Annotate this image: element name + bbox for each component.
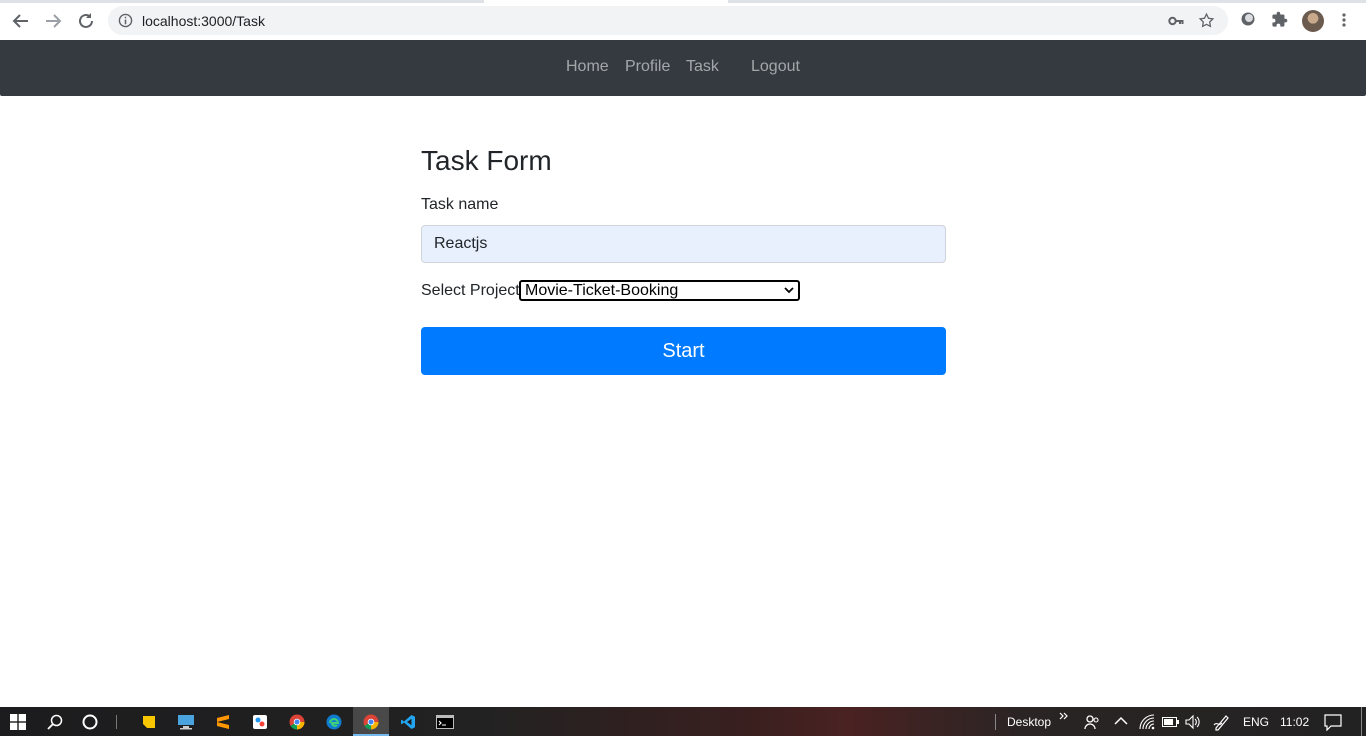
windows-taskbar: Desktop ENG 11:02 [0, 707, 1366, 736]
info-icon[interactable] [118, 13, 133, 28]
taskbar-divider [995, 714, 996, 730]
taskbar-divider [116, 715, 117, 729]
input-language[interactable]: ENG [1243, 715, 1269, 729]
sticky-notes-icon [143, 715, 155, 728]
start-menu-button[interactable] [0, 707, 36, 736]
wifi-icon[interactable] [1139, 714, 1155, 730]
taskbar-search-button[interactable] [38, 707, 72, 736]
start-button[interactable]: Start [421, 327, 946, 375]
clock-time[interactable]: 11:02 [1280, 715, 1309, 729]
taskbar-chrome[interactable] [279, 707, 315, 736]
arrow-left-icon [12, 14, 28, 28]
extension-circle-icon[interactable] [1240, 11, 1256, 27]
nav-link-home[interactable]: Home [566, 58, 609, 76]
taskbar-remote-desktop[interactable] [168, 707, 204, 736]
taskbar-paint[interactable] [242, 707, 278, 736]
task-name-input[interactable] [421, 225, 946, 263]
double-chevron-right-icon[interactable] [1059, 712, 1068, 721]
key-icon[interactable] [1168, 13, 1184, 29]
extensions-puzzle-icon[interactable] [1271, 11, 1288, 28]
browser-toolbar: localhost:3000/Task [0, 0, 1366, 40]
taskbar-command-prompt[interactable] [427, 707, 463, 736]
chevron-down-icon [784, 287, 794, 294]
edge-icon [326, 714, 342, 729]
url-text[interactable]: localhost:3000/Task [142, 13, 265, 29]
taskbar-edge[interactable] [316, 707, 352, 736]
search-icon [47, 714, 63, 730]
taskbar-vscode[interactable] [390, 707, 426, 736]
nav-link-profile[interactable]: Profile [625, 58, 670, 76]
more-menu-icon[interactable] [1336, 12, 1352, 28]
bookmark-star-icon[interactable] [1198, 12, 1215, 29]
address-bar[interactable]: localhost:3000/Task [108, 6, 1228, 35]
cortana-circle-icon [82, 714, 98, 729]
profile-avatar[interactable] [1302, 10, 1324, 32]
windows-logo-icon [10, 713, 26, 730]
nav-link-task[interactable]: Task [686, 58, 719, 76]
forward-button[interactable] [42, 10, 64, 32]
task-name-label: Task name [421, 196, 499, 213]
taskbar-sublime-text[interactable] [205, 707, 241, 736]
nav-link-logout[interactable]: Logout [751, 58, 800, 76]
battery-icon[interactable] [1162, 716, 1180, 728]
vscode-icon [401, 714, 415, 729]
app-navbar: Home Profile Task Logout [0, 40, 1366, 96]
desktop-toolbar-label[interactable]: Desktop [1007, 715, 1051, 729]
back-button[interactable] [10, 10, 32, 32]
terminal-icon [436, 714, 454, 729]
tab-strip-edge [0, 0, 1366, 3]
chevron-up-icon[interactable] [1114, 716, 1128, 726]
form-title: Task Form [421, 145, 552, 176]
taskbar-sticky-notes[interactable] [131, 707, 167, 736]
project-select-value: Movie-Ticket-Booking [525, 281, 679, 299]
arrow-right-icon [46, 14, 62, 28]
paint-palette-icon [253, 714, 267, 729]
project-select[interactable]: Movie-Ticket-Booking [519, 280, 800, 301]
taskbar-chrome-active[interactable] [353, 707, 389, 736]
chrome-icon [289, 714, 305, 730]
reload-button[interactable] [75, 10, 97, 32]
sublime-text-icon [217, 714, 229, 729]
cortana-button[interactable] [73, 707, 107, 736]
chrome-icon [363, 714, 379, 730]
people-icon[interactable] [1084, 714, 1100, 730]
show-desktop-button[interactable] [1361, 707, 1362, 736]
notifications-icon[interactable] [1324, 713, 1342, 731]
monitor-icon [178, 714, 194, 729]
reload-icon [79, 13, 93, 28]
volume-icon[interactable] [1185, 714, 1201, 730]
select-project-label: Select Project [421, 282, 520, 299]
pen-workspace-icon[interactable] [1213, 713, 1231, 731]
